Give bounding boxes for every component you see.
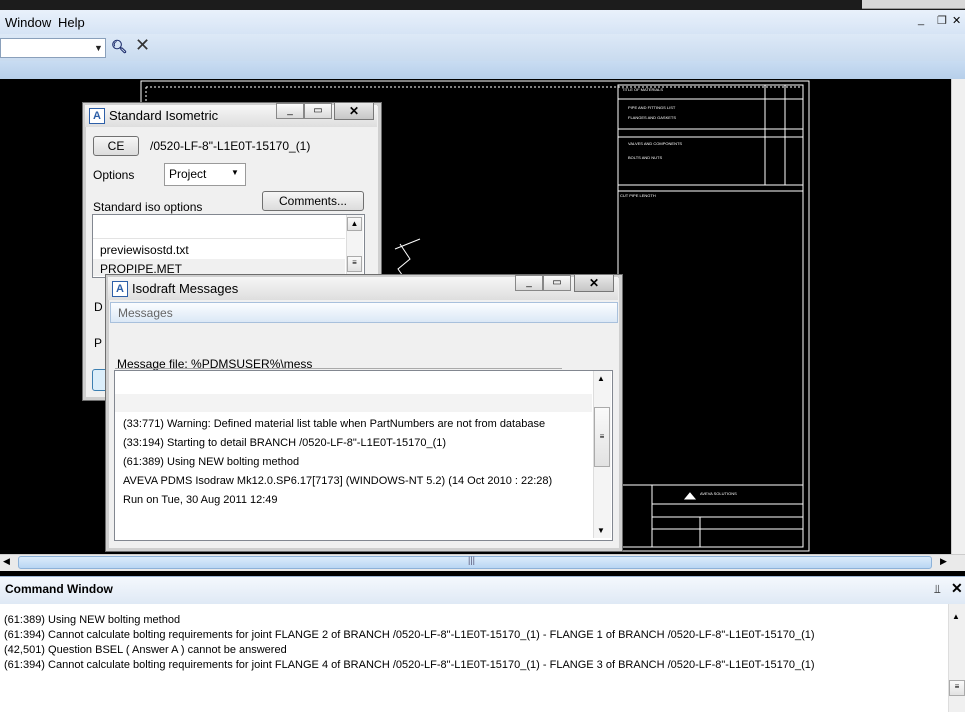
scroll-thumb[interactable]: ≡: [949, 680, 965, 696]
message-line: Run on Tue, 30 Aug 2011 12:49: [123, 494, 278, 506]
maximize-button[interactable]: ▭: [543, 275, 571, 291]
svg-text:AVEVA SOLUTIONS: AVEVA SOLUTIONS: [700, 491, 737, 496]
search-combobox[interactable]: [0, 38, 106, 58]
options-label: Options: [93, 168, 135, 182]
menu-window[interactable]: Window: [5, 15, 51, 30]
scroll-thumb[interactable]: ≡: [594, 407, 610, 467]
pin-icon[interactable]: ⫫: [934, 582, 941, 597]
messages-section-label: Messages: [118, 306, 173, 320]
message-line: AVEVA PDMS Isodraw Mk12.0.SP6.17[7173] (…: [123, 475, 553, 487]
maximize-button[interactable]: ▭: [304, 103, 332, 119]
close-button[interactable]: ✕: [574, 274, 614, 292]
list-row-blank: [115, 394, 592, 412]
partial-label: D: [94, 300, 103, 314]
scroll-down-icon[interactable]: ▼: [597, 526, 605, 535]
canvas-vertical-scrollbar[interactable]: [951, 79, 965, 554]
list-divider: [93, 238, 345, 239]
scroll-up-icon[interactable]: ▲: [347, 217, 362, 231]
close-icon[interactable]: ✕: [135, 35, 150, 56]
message-line: (61:389) Using NEW bolting method: [123, 456, 300, 468]
messages-section-header: [110, 302, 618, 323]
svg-text:CUT PIPE LENGTH: CUT PIPE LENGTH: [620, 193, 656, 198]
chevron-down-icon[interactable]: ▼: [92, 38, 105, 58]
close-icon[interactable]: ✕: [951, 580, 963, 597]
command-line: (61:394) Cannot calculate bolting requir…: [4, 659, 815, 671]
svg-text:VALVES AND COMPONENTS: VALVES AND COMPONENTS: [628, 141, 682, 146]
options-select-value: Project: [169, 167, 207, 181]
command-line: (61:389) Using NEW bolting method: [4, 614, 181, 626]
minimize-button[interactable]: _: [276, 103, 304, 119]
command-line: (61:394) Cannot calculate bolting requir…: [4, 629, 815, 641]
ce-element-value: /0520-LF-8"-L1E0T-15170_(1): [150, 139, 311, 153]
command-line: (42,501) Question BSEL ( Answer A ) cann…: [4, 644, 287, 656]
scroll-up-icon[interactable]: ▲: [952, 612, 960, 621]
dialog-title: Isodraft Messages: [132, 281, 239, 296]
partial-label: P: [94, 336, 103, 350]
app-title-strip: [0, 0, 965, 10]
scroll-grip-icon: |||: [468, 555, 476, 565]
mdi-minimize-button[interactable]: _: [918, 14, 924, 26]
minimize-button[interactable]: _: [515, 275, 543, 291]
window-control-buttons[interactable]: [862, 0, 965, 9]
mdi-close-button[interactable]: ✕: [952, 14, 961, 27]
scroll-up-icon[interactable]: ▲: [597, 374, 605, 383]
command-window-title: Command Window: [5, 582, 113, 596]
svg-text:FLANGES AND GASKETS: FLANGES AND GASKETS: [628, 115, 676, 120]
std-iso-options-label: Standard iso options: [93, 200, 203, 214]
ce-button[interactable]: CE: [93, 136, 139, 156]
dialog-title: Standard Isometric: [109, 108, 219, 123]
secondary-toolbar: [0, 61, 965, 80]
svg-text:PIPE AND FITTINGS LIST: PIPE AND FITTINGS LIST: [628, 105, 676, 110]
svg-text:TITLE OF MATERIALS: TITLE OF MATERIALS: [622, 87, 663, 92]
app-icon: A: [112, 281, 128, 297]
mdi-restore-button[interactable]: ❐: [937, 14, 947, 27]
scroll-left-icon[interactable]: ◀: [3, 556, 10, 567]
menu-help[interactable]: Help: [58, 15, 85, 30]
chevron-down-icon[interactable]: ▼: [231, 168, 239, 177]
binoculars-icon[interactable]: 🔍︎: [111, 39, 128, 55]
close-button[interactable]: ✕: [334, 102, 374, 120]
message-line: (33:194) Starting to detail BRANCH /0520…: [123, 437, 447, 449]
list-item[interactable]: previewisostd.txt: [100, 243, 189, 257]
message-line: (33:771) Warning: Defined material list …: [123, 418, 546, 430]
menu-bar: [0, 10, 965, 35]
command-window-header: [0, 576, 965, 605]
svg-text:BOLTS AND NUTS: BOLTS AND NUTS: [628, 155, 662, 160]
scroll-thumb[interactable]: ≡: [347, 256, 362, 272]
divider: [115, 368, 562, 369]
comments-button[interactable]: Comments...: [262, 191, 364, 211]
scroll-right-icon[interactable]: ▶: [940, 556, 947, 567]
app-icon: A: [89, 108, 105, 124]
